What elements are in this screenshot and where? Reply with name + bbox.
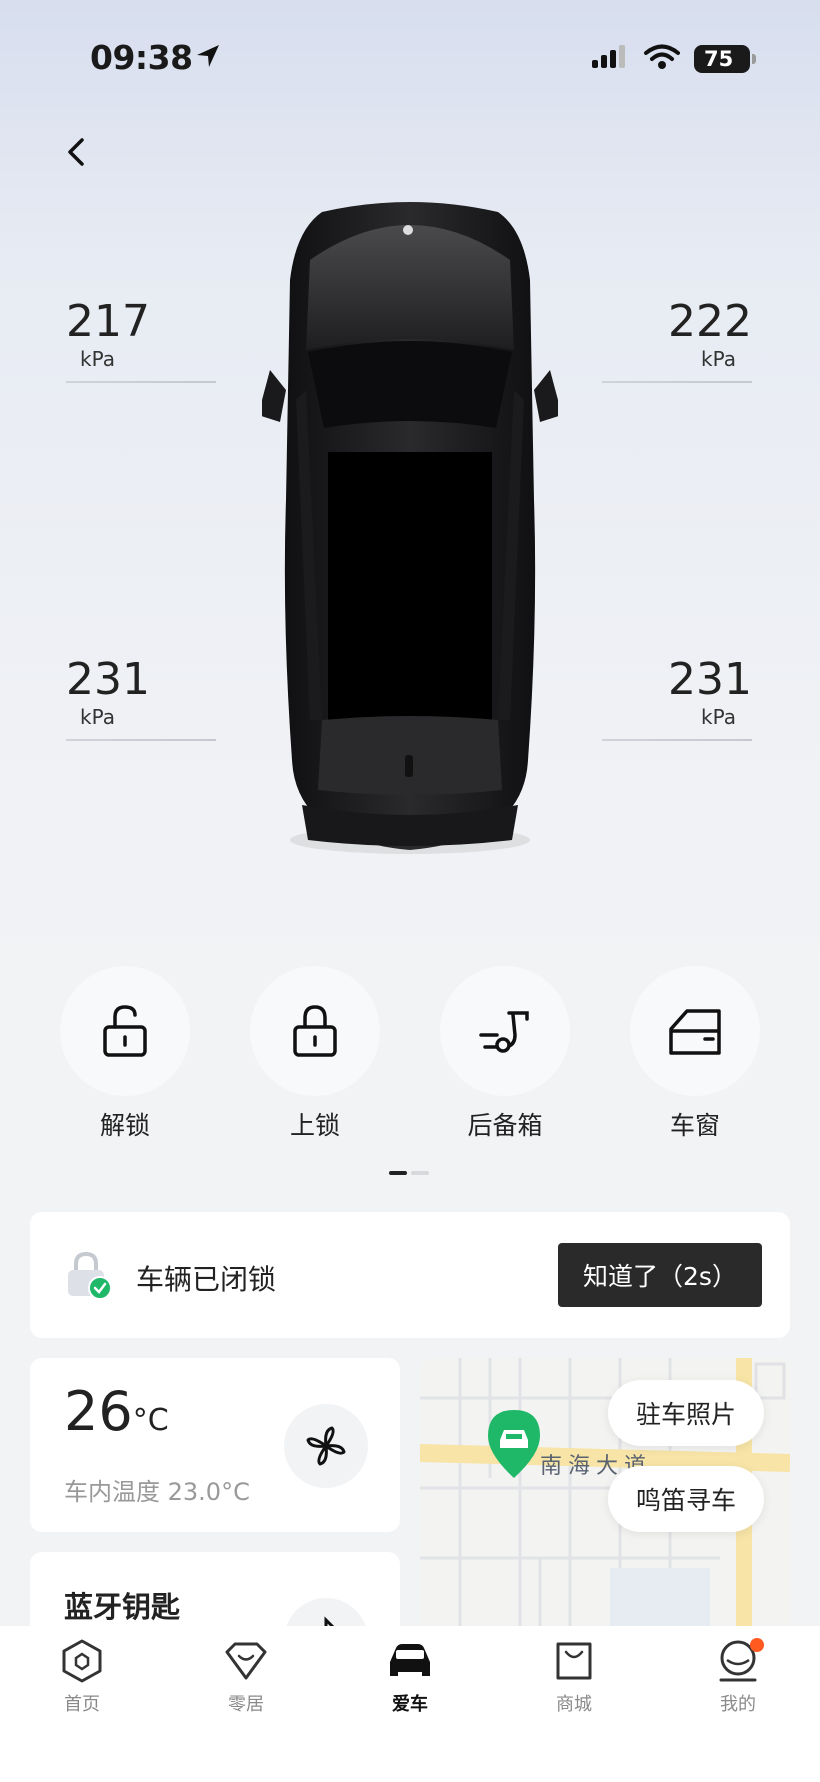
tire-rear-right: 231 kPa	[602, 654, 752, 741]
window-icon	[630, 966, 760, 1096]
battery-indicator: 75	[694, 45, 756, 73]
tab-community[interactable]: 零居	[164, 1626, 328, 1782]
lock-check-icon	[64, 1250, 114, 1304]
chevron-left-icon	[68, 138, 84, 166]
temperature-value: 26	[64, 1380, 133, 1443]
tire-pressure-value: 217	[66, 296, 150, 347]
tab-profile[interactable]: 我的	[656, 1626, 820, 1782]
climate-card[interactable]: 26°C 车内温度 23.0°C	[30, 1358, 400, 1532]
lock-status-text: 车辆已闭锁	[136, 1263, 277, 1296]
tab-shop[interactable]: 商城	[492, 1626, 656, 1782]
home-hexagon-icon	[62, 1639, 102, 1683]
bottom-tab-bar: 首页 零居 爱车 商城 我的	[0, 1626, 820, 1782]
notification-badge	[750, 1638, 764, 1652]
status-time: 09:38	[90, 38, 193, 77]
temperature-unit: °C	[132, 1403, 169, 1438]
trunk-button[interactable]: 后备箱	[440, 966, 570, 1142]
window-button[interactable]: 车窗	[630, 966, 760, 1142]
location-arrow-icon	[194, 42, 222, 74]
car-location-pin-icon[interactable]	[484, 1408, 544, 1484]
tab-label: 商城	[556, 1694, 592, 1715]
tire-pressure-value: 222	[668, 296, 752, 347]
unlock-button[interactable]: 解锁	[60, 966, 190, 1142]
parking-photo-button[interactable]: 驻车照片	[608, 1380, 764, 1446]
tire-pressure-value: 231	[66, 654, 150, 705]
control-label: 上锁	[289, 1111, 340, 1140]
tab-label: 爱车	[392, 1694, 428, 1715]
page-indicator	[389, 1171, 429, 1175]
lock-status-card: 车辆已闭锁 知道了（2s）	[30, 1212, 790, 1338]
tire-pressure-unit: kPa	[701, 347, 736, 371]
tire-pressure-unit: kPa	[701, 705, 736, 729]
tire-rear-left: 231 kPa	[66, 654, 216, 741]
tire-pressure-value: 231	[668, 654, 752, 705]
status-icons: 75	[590, 44, 756, 74]
tire-divider	[602, 381, 752, 383]
honk-find-car-button[interactable]: 鸣笛寻车	[608, 1466, 764, 1532]
control-label: 解锁	[99, 1111, 150, 1140]
bluetooth-key-title: 蓝牙钥匙	[64, 1590, 181, 1624]
tab-label: 我的	[720, 1694, 756, 1715]
unlock-icon	[60, 966, 190, 1096]
inside-temperature: 车内温度 23.0°C	[64, 1478, 250, 1506]
control-label: 车窗	[669, 1111, 720, 1140]
heart-shape-icon	[225, 1642, 267, 1680]
car-icon	[390, 1644, 430, 1676]
tab-label: 首页	[64, 1694, 100, 1715]
tire-front-right: 222 kPa	[602, 296, 752, 383]
target-temperature: 26°C	[64, 1380, 169, 1443]
dismiss-button[interactable]: 知道了（2s）	[558, 1243, 762, 1307]
tire-divider	[66, 739, 216, 741]
page-dot	[411, 1171, 429, 1175]
car-top-view-image	[258, 200, 562, 860]
tire-pressure-unit: kPa	[80, 347, 115, 371]
wifi-icon	[644, 44, 680, 74]
shopping-bag-icon	[556, 1642, 592, 1680]
tire-pressure-unit: kPa	[80, 705, 115, 729]
back-button[interactable]	[58, 132, 98, 172]
lock-button[interactable]: 上锁	[250, 966, 380, 1142]
tire-divider	[66, 381, 216, 383]
trunk-icon	[440, 966, 570, 1096]
fan-button[interactable]	[284, 1404, 368, 1488]
tire-divider	[602, 739, 752, 741]
page-dot-active	[389, 1171, 407, 1175]
tab-my-car[interactable]: 爱车	[328, 1626, 492, 1782]
fan-icon	[306, 1426, 346, 1466]
lock-icon	[250, 966, 380, 1096]
control-label: 后备箱	[467, 1111, 543, 1140]
tab-home[interactable]: 首页	[0, 1626, 164, 1782]
tire-front-left: 217 kPa	[66, 296, 216, 383]
tab-label: 零居	[228, 1694, 264, 1715]
signal-icon	[590, 44, 630, 74]
